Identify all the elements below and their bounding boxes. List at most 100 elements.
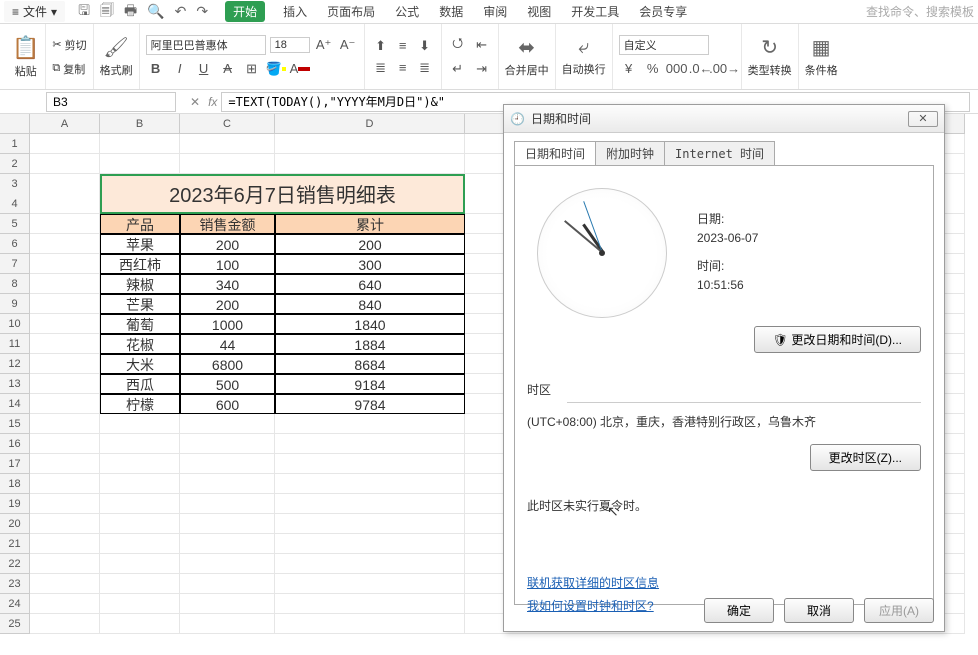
data-cell[interactable]: 100 — [180, 254, 275, 274]
cell[interactable] — [30, 314, 100, 334]
cell[interactable] — [30, 534, 100, 554]
search-box[interactable]: 查找命令、搜索模板 — [866, 3, 974, 20]
cell[interactable] — [100, 614, 180, 634]
data-cell[interactable]: 葡萄 — [100, 314, 180, 334]
cell[interactable] — [275, 554, 465, 574]
cancel-formula-icon[interactable]: ✕ — [190, 95, 200, 109]
format-painter-button[interactable]: 🖌 格式刷 — [100, 35, 133, 78]
data-cell[interactable]: 6800 — [180, 354, 275, 374]
col-header[interactable]: A — [30, 114, 100, 134]
cell[interactable] — [180, 614, 275, 634]
row-header[interactable]: 16 — [0, 434, 30, 454]
cell[interactable] — [30, 574, 100, 594]
data-cell[interactable]: 8684 — [275, 354, 465, 374]
cell[interactable] — [180, 514, 275, 534]
col-header[interactable]: D — [275, 114, 465, 134]
data-cell[interactable]: 西红柿 — [100, 254, 180, 274]
dialog-tab-additional[interactable]: 附加时钟 — [595, 141, 665, 166]
merge-center-button[interactable]: ⬌ 合并居中 — [505, 35, 549, 78]
borders-button[interactable]: ⊞ — [242, 59, 262, 79]
cell[interactable] — [180, 154, 275, 174]
cell[interactable] — [275, 414, 465, 434]
currency-icon[interactable]: ¥ — [619, 59, 639, 79]
cell[interactable] — [275, 534, 465, 554]
cell[interactable] — [180, 554, 275, 574]
wrap-icon[interactable]: ↵ — [448, 59, 468, 79]
cell[interactable] — [180, 594, 275, 614]
data-cell[interactable]: 200 — [180, 234, 275, 254]
cell[interactable] — [30, 354, 100, 374]
cell[interactable] — [100, 514, 180, 534]
row-header[interactable]: 22 — [0, 554, 30, 574]
fx-icon[interactable]: fx — [208, 95, 217, 109]
cell[interactable] — [180, 454, 275, 474]
cell[interactable] — [30, 374, 100, 394]
cell[interactable] — [180, 474, 275, 494]
cell[interactable] — [30, 134, 100, 154]
cell[interactable] — [30, 234, 100, 254]
undo-icon[interactable]: ↶ — [175, 3, 187, 20]
cell[interactable] — [30, 174, 100, 214]
dialog-titlebar[interactable]: 🕘 日期和时间 ✕ — [504, 105, 944, 133]
data-cell[interactable]: 芒果 — [100, 294, 180, 314]
data-cell[interactable]: 柠檬 — [100, 394, 180, 414]
type-convert-button[interactable]: ↻ 类型转换 — [748, 35, 792, 78]
row-header[interactable]: 34 — [0, 174, 30, 214]
cell[interactable] — [30, 334, 100, 354]
font-select[interactable]: 阿里巴巴普惠体 — [146, 35, 266, 55]
cut-button[interactable]: ✂剪切 — [52, 35, 86, 55]
cell[interactable] — [100, 534, 180, 554]
cell[interactable] — [100, 554, 180, 574]
row-header[interactable]: 17 — [0, 454, 30, 474]
tab-layout[interactable]: 页面布局 — [325, 1, 377, 22]
strike-button[interactable]: A — [218, 59, 238, 79]
row-header[interactable]: 14 — [0, 394, 30, 414]
data-cell[interactable]: 300 — [275, 254, 465, 274]
data-cell[interactable]: 1884 — [275, 334, 465, 354]
header-cell[interactable]: 累计 — [275, 214, 465, 234]
data-cell[interactable]: 200 — [275, 234, 465, 254]
cell[interactable] — [100, 154, 180, 174]
row-header[interactable]: 2 — [0, 154, 30, 174]
cell[interactable] — [275, 474, 465, 494]
row-header[interactable]: 18 — [0, 474, 30, 494]
tab-data[interactable]: 数据 — [437, 1, 465, 22]
cell[interactable] — [180, 434, 275, 454]
data-cell[interactable]: 1840 — [275, 314, 465, 334]
preview-icon[interactable]: 🔍 — [147, 3, 164, 20]
cell[interactable] — [100, 574, 180, 594]
bold-button[interactable]: B — [146, 59, 166, 79]
row-header[interactable]: 5 — [0, 214, 30, 234]
cell[interactable] — [100, 594, 180, 614]
cell[interactable] — [275, 154, 465, 174]
row-header[interactable]: 19 — [0, 494, 30, 514]
cell[interactable] — [275, 494, 465, 514]
data-cell[interactable]: 1000 — [180, 314, 275, 334]
row-header[interactable]: 13 — [0, 374, 30, 394]
print-icon[interactable]: 🖶 — [124, 0, 137, 24]
cell[interactable] — [180, 134, 275, 154]
row-header[interactable]: 23 — [0, 574, 30, 594]
tab-dev[interactable]: 开发工具 — [569, 1, 621, 22]
data-cell[interactable]: 600 — [180, 394, 275, 414]
row-header[interactable]: 21 — [0, 534, 30, 554]
cell[interactable] — [100, 134, 180, 154]
underline-button[interactable]: U — [194, 59, 214, 79]
align-left-icon[interactable]: ≣ — [371, 58, 391, 78]
data-cell[interactable]: 44 — [180, 334, 275, 354]
row-header[interactable]: 8 — [0, 274, 30, 294]
cell[interactable] — [180, 574, 275, 594]
font-size-select[interactable]: 18 — [270, 37, 310, 53]
title-cell[interactable]: 2023年6月7日销售明细表 — [100, 174, 465, 214]
align-bottom-icon[interactable]: ⬇ — [415, 36, 435, 56]
data-cell[interactable]: 340 — [180, 274, 275, 294]
cell[interactable] — [30, 594, 100, 614]
cell[interactable] — [100, 494, 180, 514]
row-header[interactable]: 10 — [0, 314, 30, 334]
decrease-font-icon[interactable]: A⁻ — [338, 35, 358, 55]
row-header[interactable]: 25 — [0, 614, 30, 634]
row-header[interactable]: 1 — [0, 134, 30, 154]
data-cell[interactable]: 500 — [180, 374, 275, 394]
cell[interactable] — [275, 134, 465, 154]
cell[interactable] — [30, 454, 100, 474]
